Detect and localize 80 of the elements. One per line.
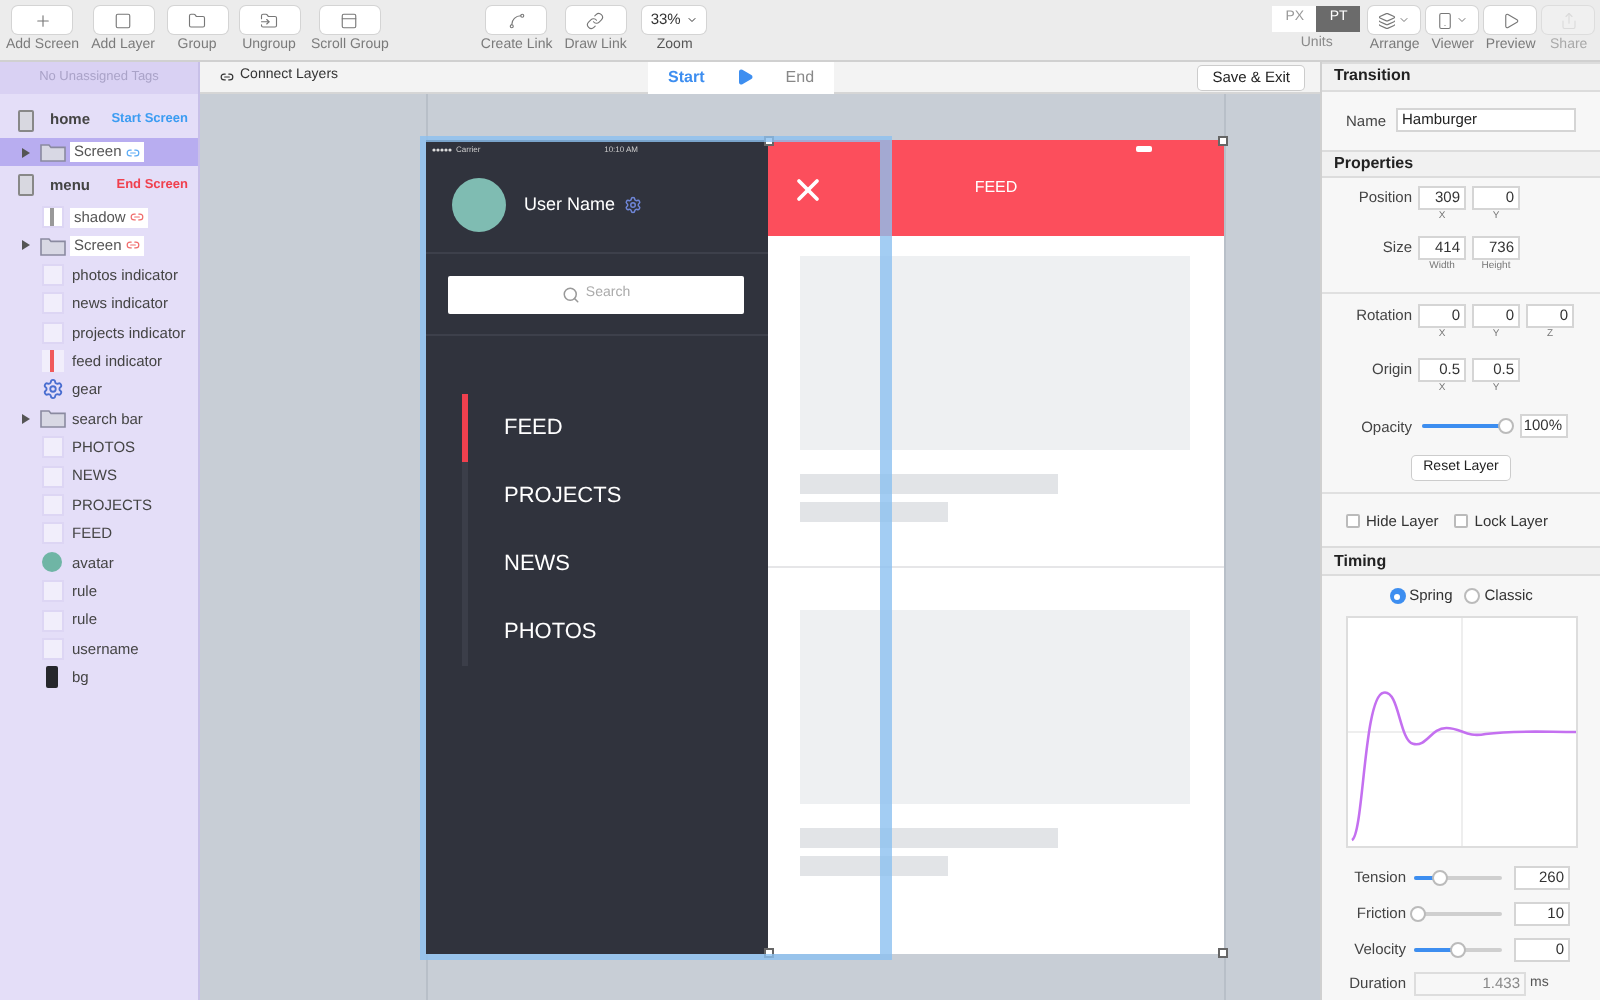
folder-icon xyxy=(39,408,65,429)
toolbar-button[interactable] xyxy=(486,6,547,34)
layer-thumbnail xyxy=(41,263,63,286)
checkbox[interactable] xyxy=(1454,513,1469,528)
link-icon xyxy=(129,210,144,225)
resize-handle[interactable] xyxy=(1218,136,1228,146)
gear-icon xyxy=(623,196,642,214)
resize-handle[interactable] xyxy=(764,948,774,958)
shadow-thumbnail xyxy=(41,206,63,229)
screen-icon xyxy=(18,109,34,131)
section-header: Timing xyxy=(1322,546,1600,577)
avatar xyxy=(452,178,506,232)
layer-thumbnail xyxy=(41,321,63,344)
phone-icon xyxy=(1436,11,1455,29)
search-icon xyxy=(561,285,580,303)
toolbar-button[interactable] xyxy=(239,6,300,34)
caret-icon xyxy=(1398,14,1411,26)
toolbar-button[interactable] xyxy=(167,6,228,34)
toolbar-button[interactable] xyxy=(565,6,626,34)
toolbar-button[interactable] xyxy=(319,6,380,34)
folder-icon xyxy=(39,142,65,163)
slider[interactable] xyxy=(1414,870,1502,886)
nav-item[interactable]: PROJECTS xyxy=(504,479,622,513)
state-tab[interactable]: End xyxy=(785,65,815,89)
play-icon xyxy=(736,68,755,86)
layer-thumbnail xyxy=(41,609,63,632)
slider[interactable] xyxy=(1414,906,1502,922)
toolbar-button[interactable] xyxy=(93,6,154,34)
slider-thumb[interactable] xyxy=(1497,418,1514,435)
feed-title: FEED xyxy=(974,176,1018,200)
link-icon xyxy=(586,11,605,29)
disclosure-triangle[interactable] xyxy=(22,240,30,251)
folder-icon xyxy=(188,11,207,29)
slider[interactable] xyxy=(1422,418,1510,435)
gear-icon xyxy=(41,378,63,401)
resize-handle[interactable] xyxy=(764,136,774,146)
layer-thumbnail xyxy=(41,292,63,315)
nav-item[interactable]: NEWS xyxy=(504,547,570,581)
layer-thumbnail xyxy=(41,637,63,660)
plus-icon xyxy=(33,11,52,29)
layer-thumbnail xyxy=(41,436,63,459)
avatar-thumbnail xyxy=(42,552,62,573)
folder-icon xyxy=(260,11,279,29)
layer-thumbnail xyxy=(41,465,63,488)
indicator-thumbnail xyxy=(41,350,63,373)
resize-handle[interactable] xyxy=(1218,948,1228,958)
folder-icon xyxy=(39,235,65,256)
layer-thumbnail xyxy=(41,493,63,516)
panel-icon xyxy=(340,11,359,29)
checkbox[interactable] xyxy=(1346,513,1360,528)
layer-thumbnail xyxy=(41,522,63,545)
layers-icon xyxy=(1378,11,1397,29)
toolbar-button[interactable] xyxy=(12,6,73,34)
section-header: Transition xyxy=(1322,62,1600,92)
screen-icon xyxy=(18,173,34,196)
toolbar-button[interactable] xyxy=(1368,6,1421,34)
caret-icon xyxy=(686,14,699,26)
section-header: Properties xyxy=(1322,149,1600,179)
link-icon xyxy=(125,238,140,253)
disclosure-triangle[interactable] xyxy=(22,147,30,158)
square-icon xyxy=(114,11,133,29)
play-icon xyxy=(1501,11,1520,29)
nav-item[interactable]: PHOTOS xyxy=(504,615,597,649)
radio-button[interactable] xyxy=(1389,588,1406,605)
radio-button[interactable] xyxy=(1464,588,1481,605)
slider-thumb[interactable] xyxy=(1450,942,1466,958)
link-icon xyxy=(125,145,140,160)
slider-thumb[interactable] xyxy=(1432,870,1449,886)
layer-thumbnail xyxy=(41,580,63,603)
link-icon xyxy=(220,70,234,84)
background-thumbnail xyxy=(46,666,58,689)
nav-item[interactable]: FEED xyxy=(504,411,563,445)
caret-icon xyxy=(1456,14,1469,26)
toolbar-button[interactable] xyxy=(1426,6,1479,34)
slider[interactable] xyxy=(1414,942,1502,958)
toolbar-button[interactable] xyxy=(1484,6,1537,34)
slider-thumb[interactable] xyxy=(1410,906,1427,922)
user-name: User Name xyxy=(524,191,616,218)
curve-icon xyxy=(507,11,526,29)
disclosure-triangle[interactable] xyxy=(22,413,30,424)
